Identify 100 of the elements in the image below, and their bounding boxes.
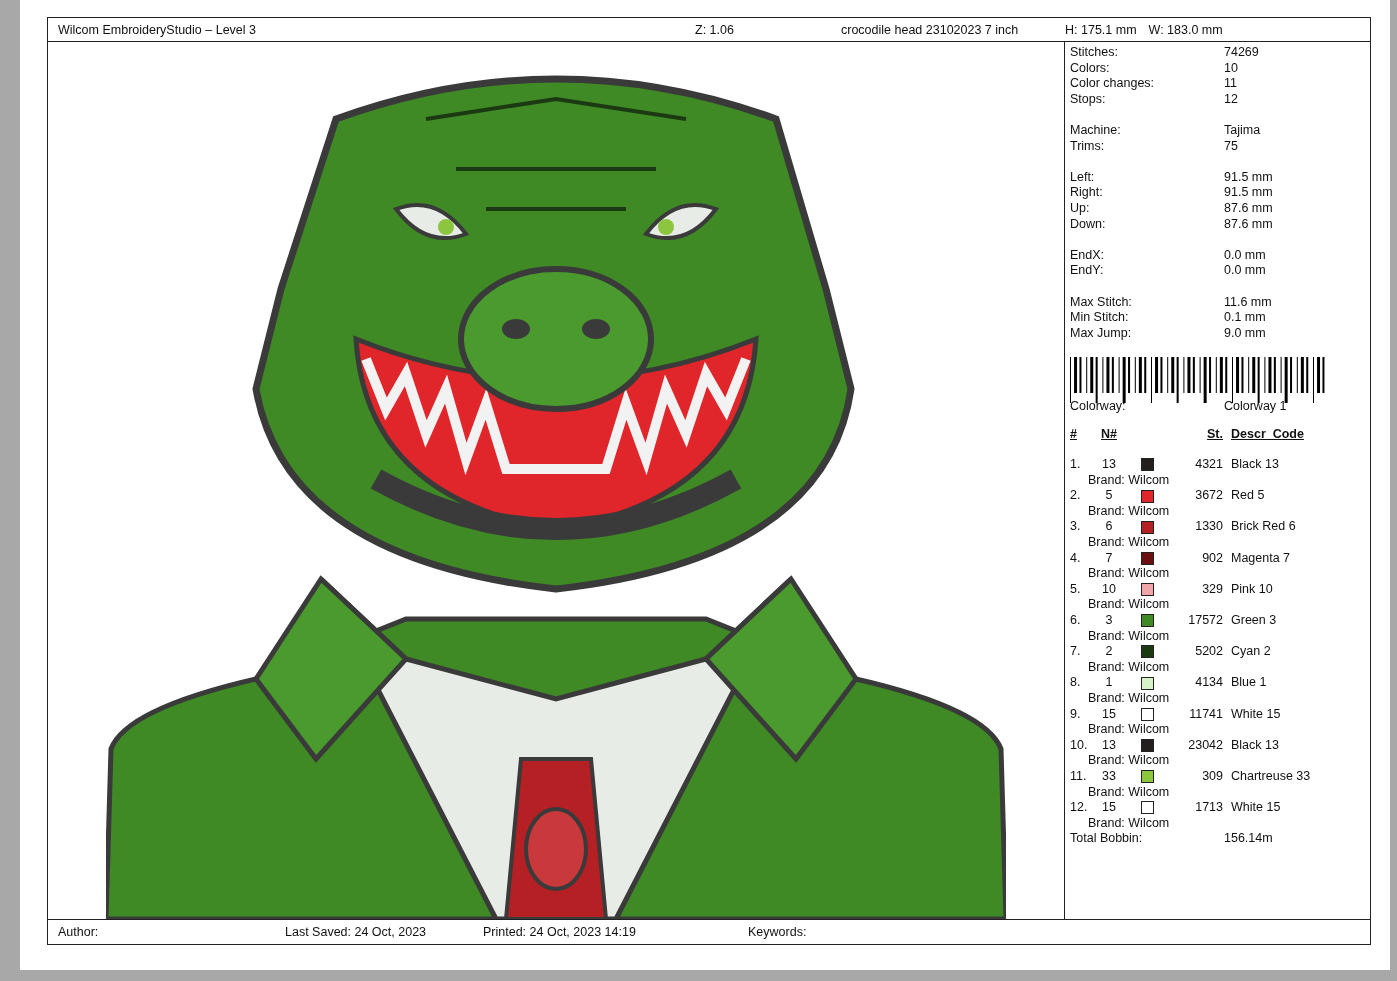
thread-brand: Brand: Wilcom bbox=[1088, 535, 1170, 550]
stat-value: 10 bbox=[1224, 60, 1239, 77]
stat-label: Up: bbox=[1070, 200, 1091, 217]
thread-number: 15 bbox=[1101, 706, 1117, 723]
thread-number: 5 bbox=[1104, 488, 1114, 504]
row-index: 6. bbox=[1070, 613, 1082, 629]
thread-number: 13 bbox=[1101, 457, 1117, 473]
thread-brand: Brand: Wilcom bbox=[1088, 659, 1170, 674]
thread-number: 33 bbox=[1101, 768, 1117, 785]
stat-value: 9.0 mm bbox=[1224, 325, 1267, 342]
colorway-label: Colorway: bbox=[1070, 398, 1127, 415]
stat-value: 0.0 mm bbox=[1224, 247, 1267, 264]
stat-label: Left: bbox=[1070, 169, 1096, 186]
column-header: St. bbox=[1206, 427, 1223, 444]
stitch-count: 4134 bbox=[1194, 675, 1223, 691]
stat-value: Tajima bbox=[1224, 122, 1262, 139]
thread-description: White 15 bbox=[1230, 800, 1282, 816]
last-saved: Last Saved: 24 Oct, 2023 bbox=[285, 925, 428, 939]
thread-description: Pink 10 bbox=[1230, 581, 1274, 598]
stat-label: Down: bbox=[1070, 216, 1107, 233]
thread-description: Brick Red 6 bbox=[1230, 519, 1297, 536]
stat-label: Max Jump: bbox=[1070, 325, 1133, 342]
stitch-count: 309 bbox=[1201, 768, 1223, 785]
stitch-count: 1713 bbox=[1194, 800, 1223, 816]
row-index: 11. bbox=[1070, 768, 1088, 785]
stat-value: 91.5 mm bbox=[1224, 169, 1274, 186]
thread-number: 1 bbox=[1104, 675, 1114, 691]
row-index: 9. bbox=[1070, 706, 1082, 723]
row-index: 3. bbox=[1070, 519, 1082, 536]
stat-label: Colors: bbox=[1070, 60, 1111, 77]
thread-number: 6 bbox=[1104, 519, 1114, 536]
row-index: 10. bbox=[1070, 737, 1089, 754]
thread-brand: Brand: Wilcom bbox=[1088, 784, 1170, 799]
app-title: Wilcom EmbroideryStudio – Level 3 bbox=[58, 22, 257, 37]
stitch-count: 902 bbox=[1201, 550, 1223, 567]
stat-value: 91.5 mm bbox=[1224, 185, 1274, 201]
thread-brand: Brand: Wilcom bbox=[1088, 722, 1170, 737]
thread-description: Green 3 bbox=[1230, 613, 1278, 629]
thread-number: 7 bbox=[1104, 550, 1114, 567]
thread-number: 3 bbox=[1104, 613, 1114, 629]
thread-brand: Brand: Wilcom bbox=[1088, 690, 1170, 705]
stat-label: Stops: bbox=[1070, 91, 1107, 108]
thread-description: Red 5 bbox=[1230, 488, 1266, 504]
thread-description: Black 13 bbox=[1230, 457, 1280, 473]
stitch-count: 4321 bbox=[1194, 457, 1223, 473]
stat-label: Trims: bbox=[1070, 138, 1106, 155]
column-header: Descr_Code bbox=[1230, 427, 1305, 444]
row-index: 8. bbox=[1070, 675, 1082, 691]
design-height: H: 175.1 mm bbox=[1065, 22, 1137, 37]
stitch-count: 17572 bbox=[1187, 613, 1223, 629]
stat-value: 87.6 mm bbox=[1224, 200, 1274, 217]
stat-value: 75 bbox=[1224, 138, 1239, 155]
thread-brand: Brand: Wilcom bbox=[1088, 566, 1170, 581]
total-bobbin-label: Total Bobbin: bbox=[1070, 831, 1144, 847]
stitch-count: 5202 bbox=[1194, 644, 1223, 660]
thread-description: White 15 bbox=[1230, 706, 1282, 723]
stitch-count: 11741 bbox=[1188, 706, 1223, 723]
thread-number: 15 bbox=[1101, 800, 1117, 816]
author-label: Author: bbox=[58, 925, 100, 939]
stitch-count: 23042 bbox=[1187, 737, 1223, 754]
thread-description: Blue 1 bbox=[1230, 675, 1268, 691]
stitch-count: 329 bbox=[1201, 581, 1223, 598]
thread-description: Magenta 7 bbox=[1230, 550, 1292, 567]
stat-label: Stitches: bbox=[1070, 45, 1119, 61]
row-index: 4. bbox=[1070, 550, 1082, 567]
column-header: # bbox=[1070, 427, 1078, 444]
total-bobbin-value: 156.14m bbox=[1224, 831, 1274, 847]
stat-label: EndX: bbox=[1070, 247, 1106, 264]
printed-date: Printed: 24 Oct, 2023 14:19 bbox=[483, 925, 637, 939]
stat-value: 87.6 mm bbox=[1224, 216, 1274, 233]
stat-label: Max Stitch: bbox=[1070, 294, 1133, 311]
row-index: 1. bbox=[1070, 457, 1082, 473]
thread-number: 2 bbox=[1104, 644, 1114, 660]
row-index: 12. bbox=[1070, 800, 1089, 816]
thread-number: 13 bbox=[1101, 737, 1117, 754]
column-header: N# bbox=[1100, 427, 1118, 444]
row-index: 2. bbox=[1070, 488, 1082, 504]
thread-brand: Brand: Wilcom bbox=[1088, 753, 1170, 768]
stat-value: 11 bbox=[1224, 76, 1238, 92]
keywords-label: Keywords: bbox=[748, 925, 808, 939]
stat-value: 12 bbox=[1224, 91, 1239, 108]
stat-value: 0.1 mm bbox=[1224, 310, 1267, 326]
thread-brand: Brand: Wilcom bbox=[1088, 597, 1170, 612]
stat-label: Right: bbox=[1070, 185, 1104, 201]
stat-value: 11.6 mm bbox=[1224, 294, 1273, 311]
design-name: crocodile head 23102023 7 inch bbox=[841, 22, 1020, 37]
design-width: W: 183.0 mm bbox=[1148, 22, 1223, 37]
stat-label: Machine: bbox=[1070, 122, 1122, 139]
stat-label: Min Stitch: bbox=[1070, 310, 1130, 326]
thread-description: Black 13 bbox=[1230, 737, 1280, 754]
stat-value: 0.0 mm bbox=[1224, 263, 1267, 279]
stat-value: 74269 bbox=[1224, 45, 1260, 61]
thread-brand: Brand: Wilcom bbox=[1088, 472, 1170, 487]
thread-description: Cyan 2 bbox=[1230, 644, 1272, 660]
stat-label: EndY: bbox=[1070, 263, 1105, 279]
thread-description: Chartreuse 33 bbox=[1230, 768, 1312, 785]
colorway-value: Colorway 1 bbox=[1224, 398, 1288, 415]
row-index: 7. bbox=[1070, 644, 1082, 660]
thread-brand: Brand: Wilcom bbox=[1088, 503, 1170, 518]
thread-brand: Brand: Wilcom bbox=[1088, 815, 1170, 830]
